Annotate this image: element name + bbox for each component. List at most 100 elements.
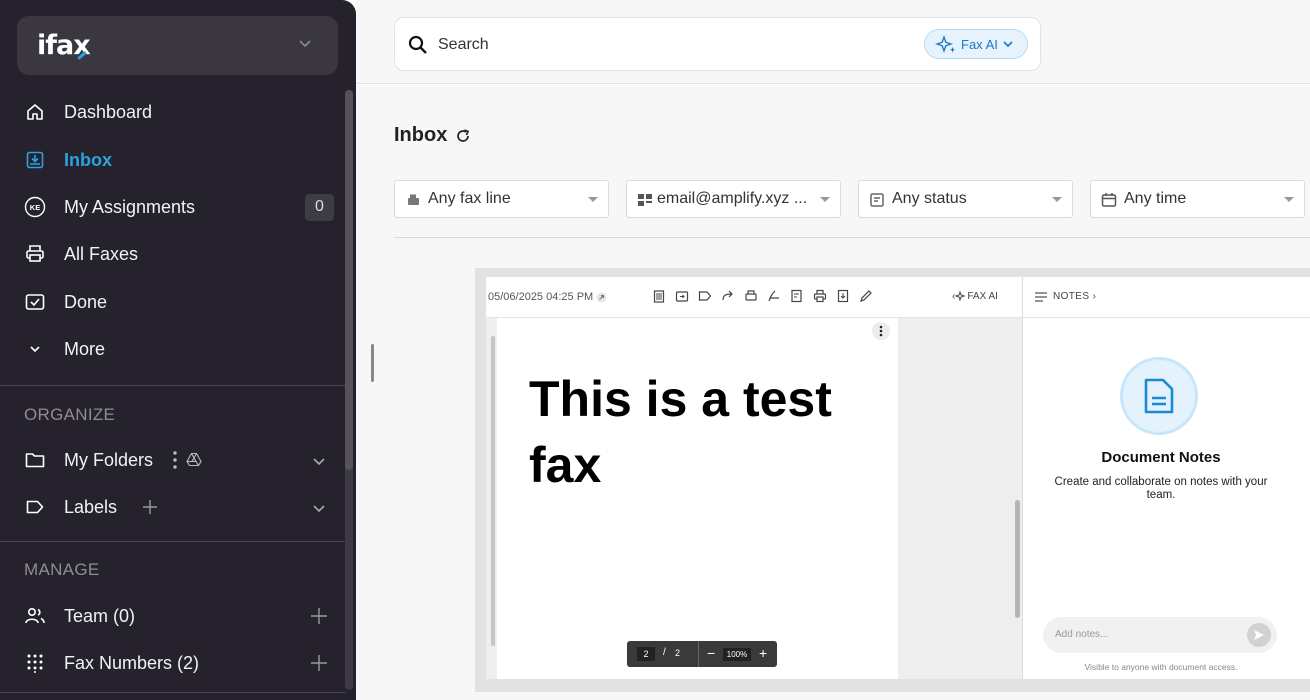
kebab-menu-icon[interactable] <box>172 450 178 475</box>
drive-icon <box>186 452 202 472</box>
sidebar-item-label: My Assignments <box>64 196 196 217</box>
search-bar[interactable]: Search Fax AI <box>394 17 1041 71</box>
printer-icon[interactable] <box>813 289 827 303</box>
caret-down-icon <box>588 197 598 202</box>
notes-panel: NOTES › Document Notes Create and collab… <box>1022 277 1310 679</box>
search-icon <box>408 35 427 54</box>
calendar-icon <box>1101 193 1117 207</box>
sidebar-item-inbox[interactable]: Inbox <box>0 140 340 180</box>
move-to-folder-icon[interactable] <box>675 289 689 303</box>
status-filter-label: Any status <box>892 190 967 207</box>
notes-input-placeholder: Add notes... <box>1055 629 1109 640</box>
fax-page: This is a test fax 2 / 2 − 100% + <box>497 318 898 679</box>
zoom-out-button[interactable]: − <box>707 645 715 661</box>
fax-timestamp: 05/06/2025 04:25 PM <box>488 291 607 303</box>
sidebar-item-done[interactable]: Done <box>0 282 340 322</box>
sidebar-item-team[interactable]: Team (0) <box>0 596 340 636</box>
viewer-panel: 05/06/2025 04:25 PM ‹ FAX AI This is a t… <box>486 277 1310 679</box>
add-label-icon[interactable] <box>142 499 158 520</box>
printer-icon <box>24 243 46 265</box>
send-note-button[interactable] <box>1247 623 1271 647</box>
workspace-switcher[interactable]: ifax <box>17 16 338 75</box>
zoom-in-button[interactable]: + <box>759 645 767 661</box>
sparkle-icon <box>954 290 966 302</box>
add-notes-input[interactable]: Add notes... <box>1043 617 1277 653</box>
fax-icon <box>408 194 419 205</box>
sidebar-item-all-faxes[interactable]: All Faxes <box>0 234 340 274</box>
ifax-logo: ifax <box>37 30 91 61</box>
time-filter-label: Any time <box>1124 190 1187 207</box>
section-title-organize: ORGANIZE <box>24 405 116 424</box>
viewer-actions <box>652 289 873 303</box>
refresh-icon[interactable] <box>455 128 471 144</box>
chevron-down-icon <box>24 338 46 360</box>
sidebar-resize-handle[interactable] <box>371 344 374 382</box>
trash-icon[interactable] <box>652 289 666 303</box>
sidebar-divider <box>0 385 346 386</box>
content-divider <box>394 237 1310 238</box>
sidebar-item-my-folders[interactable]: My Folders <box>0 440 340 480</box>
time-filter[interactable]: Any time <box>1090 180 1305 218</box>
chevron-down-icon <box>299 40 311 48</box>
notes-header[interactable]: NOTES › <box>1023 277 1310 318</box>
sidebar-divider <box>0 541 346 542</box>
fax-viewer: 05/06/2025 04:25 PM ‹ FAX AI This is a t… <box>475 268 1310 692</box>
chevron-down-icon[interactable] <box>310 499 328 517</box>
external-link-icon[interactable] <box>596 292 607 303</box>
chevron-down-icon <box>1003 41 1013 48</box>
label-icon[interactable] <box>698 289 712 303</box>
inbox-icon <box>24 149 46 171</box>
sidebar-item-labels[interactable]: Labels <box>0 487 340 527</box>
menu-lines-icon <box>1035 292 1047 302</box>
more-options-icon[interactable] <box>872 322 890 340</box>
fax-document-text: This is a test fax <box>529 371 832 493</box>
download-icon[interactable] <box>836 289 850 303</box>
page-separator: / <box>663 647 666 658</box>
notes-title: Document Notes <box>1101 449 1221 466</box>
viewer-fax-ai-button[interactable]: ‹ FAX AI <box>952 290 998 302</box>
sidebar-item-fax-numbers[interactable]: Fax Numbers (2) <box>0 643 340 683</box>
add-fax-number-icon[interactable] <box>310 654 328 672</box>
notes-tab-label: NOTES › <box>1053 291 1097 302</box>
fax-line-filter[interactable]: Any fax line <box>394 180 609 218</box>
page-title: Inbox <box>394 124 471 147</box>
user-filter-label: email@amplify.xyz ... <box>657 190 808 207</box>
edit-icon[interactable] <box>859 289 873 303</box>
extract-icon[interactable] <box>790 289 804 303</box>
forward-icon[interactable] <box>721 289 735 303</box>
chevron-down-icon[interactable] <box>310 452 328 470</box>
folder-icon <box>24 449 46 471</box>
dialpad-icon <box>24 652 46 674</box>
user-filter[interactable]: email@amplify.xyz ... <box>626 180 841 218</box>
document-notes-icon <box>1120 357 1198 435</box>
fax-ai-label: Fax AI <box>961 36 998 52</box>
sidebar-item-label: My Folders <box>64 449 154 470</box>
sidebar-item-more[interactable]: More <box>0 329 340 369</box>
sidebar-item-dashboard[interactable]: Dashboard <box>0 92 340 132</box>
fax-line-filter-label: Any fax line <box>428 190 511 207</box>
team-icon <box>24 605 46 627</box>
notes-description: Create and collaborate on notes with you… <box>1054 476 1268 501</box>
page-controls: 2 / 2 − 100% + <box>627 641 777 667</box>
assignment-count-badge: 0 <box>305 193 334 221</box>
sign-icon[interactable] <box>767 289 781 303</box>
page-scrollbar[interactable] <box>491 336 495 646</box>
ke-badge-icon: KE <box>24 196 46 218</box>
status-filter[interactable]: Any status <box>858 180 1073 218</box>
fax-icon[interactable] <box>744 289 758 303</box>
viewer-scrollbar[interactable] <box>1015 500 1020 618</box>
search-input[interactable]: Search <box>438 36 489 54</box>
sidebar-item-label: Inbox <box>64 149 112 170</box>
grid-icon <box>638 194 652 206</box>
sidebar-item-my-assignments[interactable]: KE My Assignments 0 <box>0 187 340 227</box>
check-box-icon <box>24 291 46 313</box>
page-total: 2 <box>675 648 681 658</box>
add-team-icon[interactable] <box>310 607 328 625</box>
page-title-text: Inbox <box>394 124 448 146</box>
page-number-input[interactable]: 2 <box>637 647 655 661</box>
sidebar-scrollbar-thumb[interactable] <box>345 90 353 470</box>
fax-ai-button[interactable]: Fax AI <box>924 29 1028 59</box>
sparkle-icon <box>935 35 955 53</box>
sidebar-divider <box>0 692 346 693</box>
sidebar-item-label: Dashboard <box>64 101 153 122</box>
